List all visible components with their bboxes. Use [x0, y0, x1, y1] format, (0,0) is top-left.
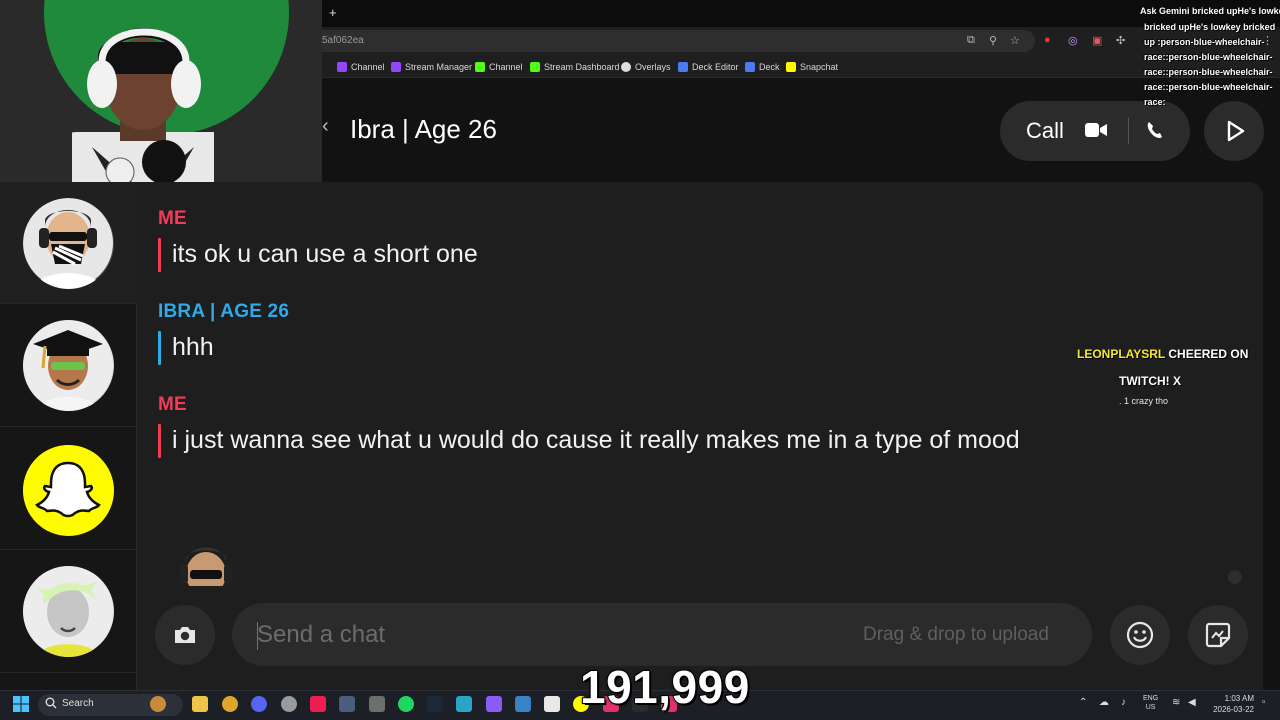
- install-app-icon[interactable]: ⧉: [967, 34, 975, 47]
- chat-ticker-top: Ask Gemini bricked upHe's lowkey: [1140, 6, 1280, 16]
- chat-list-item[interactable]: [0, 182, 137, 304]
- video-icon[interactable]: [1085, 122, 1107, 138]
- app-icon[interactable]: [456, 696, 472, 712]
- bitmoji-green-hair-avatar: [23, 566, 114, 657]
- store-icon[interactable]: [544, 696, 560, 712]
- taskbar-search-label: Search: [62, 698, 94, 709]
- message-text[interactable]: i just wanna see what u would do cause i…: [172, 426, 1020, 455]
- cheer-alert-line2: TWITCH! X: [1119, 374, 1181, 388]
- message-sender: ME: [158, 208, 187, 229]
- obs-icon[interactable]: [281, 696, 297, 712]
- snapchat-ghost-avatar: [23, 445, 114, 536]
- message-accent-bar: [158, 238, 161, 272]
- chat-list-item[interactable]: [0, 551, 137, 673]
- zoom-icon[interactable]: ⚲: [989, 34, 997, 47]
- bookmark-star-icon[interactable]: ☆: [1010, 34, 1020, 47]
- streamer-figure: [72, 28, 214, 182]
- emoji-icon: [1126, 621, 1154, 649]
- chat-list-sidebar: [0, 182, 137, 690]
- bookmark-snapchat[interactable]: Snapchat: [786, 60, 838, 74]
- extension-compass-icon[interactable]: ◎: [1068, 34, 1078, 47]
- message-accent-bar: [158, 424, 161, 458]
- bookmark-overlays[interactable]: Overlays: [621, 60, 671, 74]
- snapchat-icon: [786, 62, 796, 72]
- play-icon: [1227, 120, 1245, 142]
- sticker-button[interactable]: [1188, 605, 1248, 665]
- cheer-alert-action: CHEERED ON: [1165, 347, 1249, 361]
- bitmoji-graduate-avatar: [23, 320, 114, 411]
- screen: + 5af062ea ⧉ ⚲ ☆ ● ◎ ▣ ✣ ⋮ Channel Strea…: [0, 0, 1280, 720]
- bookmark-deck[interactable]: Deck: [745, 60, 780, 74]
- copilot-icon[interactable]: [486, 696, 502, 712]
- extensions-puzzle-icon[interactable]: ✣: [1116, 34, 1125, 47]
- bookmark-deck-editor[interactable]: Deck Editor: [678, 60, 739, 74]
- bookmark-stream-manager[interactable]: Stream Manager: [391, 60, 472, 74]
- camera-icon: [175, 627, 195, 643]
- emoji-button[interactable]: [1110, 605, 1170, 665]
- language-indicator[interactable]: ENG US: [1143, 694, 1158, 712]
- extension-record-icon[interactable]: ●: [1044, 34, 1051, 46]
- spotify-icon[interactable]: [398, 696, 414, 712]
- address-bar-url: 5af062ea: [322, 35, 364, 46]
- call-label: Call: [1026, 118, 1064, 143]
- kick-icon: [475, 62, 485, 72]
- message-accent-bar: [158, 331, 161, 365]
- file-explorer-icon[interactable]: [192, 696, 208, 712]
- message-text[interactable]: hhh: [172, 333, 214, 362]
- bookmark-channel-kick[interactable]: Channel: [475, 60, 523, 74]
- cheer-alert-line1: LEONPLAYSRL CHEERED ON: [1077, 347, 1248, 361]
- chrome-icon[interactable]: [222, 696, 238, 712]
- address-bar[interactable]: [300, 30, 1035, 52]
- message-sender: IBRA | AGE 26: [158, 301, 290, 322]
- chat-ticker-body: bricked upHe's lowkey bricked up :person…: [1144, 22, 1276, 107]
- bookmark-stream-dashboard[interactable]: Stream Dashboard: [530, 60, 620, 74]
- deck-icon: [678, 62, 688, 72]
- notepad-icon[interactable]: [515, 696, 531, 712]
- typing-bitmoji: [170, 540, 242, 590]
- microphone-icon[interactable]: ♪: [1121, 697, 1126, 708]
- header-divider: [1128, 118, 1129, 144]
- app-icon[interactable]: [369, 696, 385, 712]
- notifications-icon[interactable]: ▫: [1262, 697, 1266, 708]
- twitch-icon: [391, 62, 401, 72]
- text-caret: [257, 622, 258, 650]
- cheer-alert-username: LEONPLAYSRL: [1077, 347, 1166, 361]
- back-chevron-icon[interactable]: ‹: [322, 115, 334, 145]
- burger-widget-icon[interactable]: [150, 696, 166, 712]
- discord-icon[interactable]: [251, 696, 267, 712]
- tray-chevron-icon[interactable]: ⌃: [1079, 697, 1087, 708]
- bookmark-channel-twitch[interactable]: Channel: [337, 60, 385, 74]
- app-icon[interactable]: [339, 696, 355, 712]
- taskbar-clock[interactable]: 1:03 AM 2026-03-22: [1208, 693, 1254, 715]
- tiktok-icon[interactable]: [310, 696, 326, 712]
- webcam-overlay: [0, 0, 322, 182]
- wifi-icon[interactable]: ≋: [1172, 697, 1180, 708]
- message-text[interactable]: its ok u can use a short one: [172, 240, 478, 269]
- extension-badge-icon[interactable]: ▣: [1092, 34, 1102, 47]
- chat-list-item[interactable]: [0, 305, 137, 427]
- drag-drop-hint: Drag & drop to upload: [863, 624, 1049, 645]
- bitmoji-masked-avatar: [23, 198, 114, 289]
- chat-list-item[interactable]: [0, 428, 137, 550]
- kick-icon: [530, 62, 540, 72]
- search-icon: [45, 697, 57, 709]
- scroll-to-bottom-indicator[interactable]: [1228, 570, 1242, 584]
- message-sender: ME: [158, 394, 187, 415]
- camera-button[interactable]: [155, 605, 215, 665]
- deck-icon: [745, 62, 755, 72]
- sticker-icon: [1205, 622, 1231, 648]
- windows-start-icon[interactable]: [13, 696, 29, 712]
- steam-icon[interactable]: [427, 696, 443, 712]
- subscriber-counter: 191,999: [579, 660, 750, 714]
- volume-icon[interactable]: ◀: [1188, 697, 1196, 708]
- overlays-icon: [621, 62, 631, 72]
- onedrive-icon[interactable]: ☁: [1099, 697, 1109, 708]
- phone-icon[interactable]: [1145, 120, 1165, 140]
- chat-title: Ibra | Age 26: [350, 114, 497, 144]
- cheer-alert-message: . 1 crazy tho: [1119, 396, 1169, 406]
- twitch-icon: [337, 62, 347, 72]
- new-tab-button[interactable]: +: [329, 5, 337, 20]
